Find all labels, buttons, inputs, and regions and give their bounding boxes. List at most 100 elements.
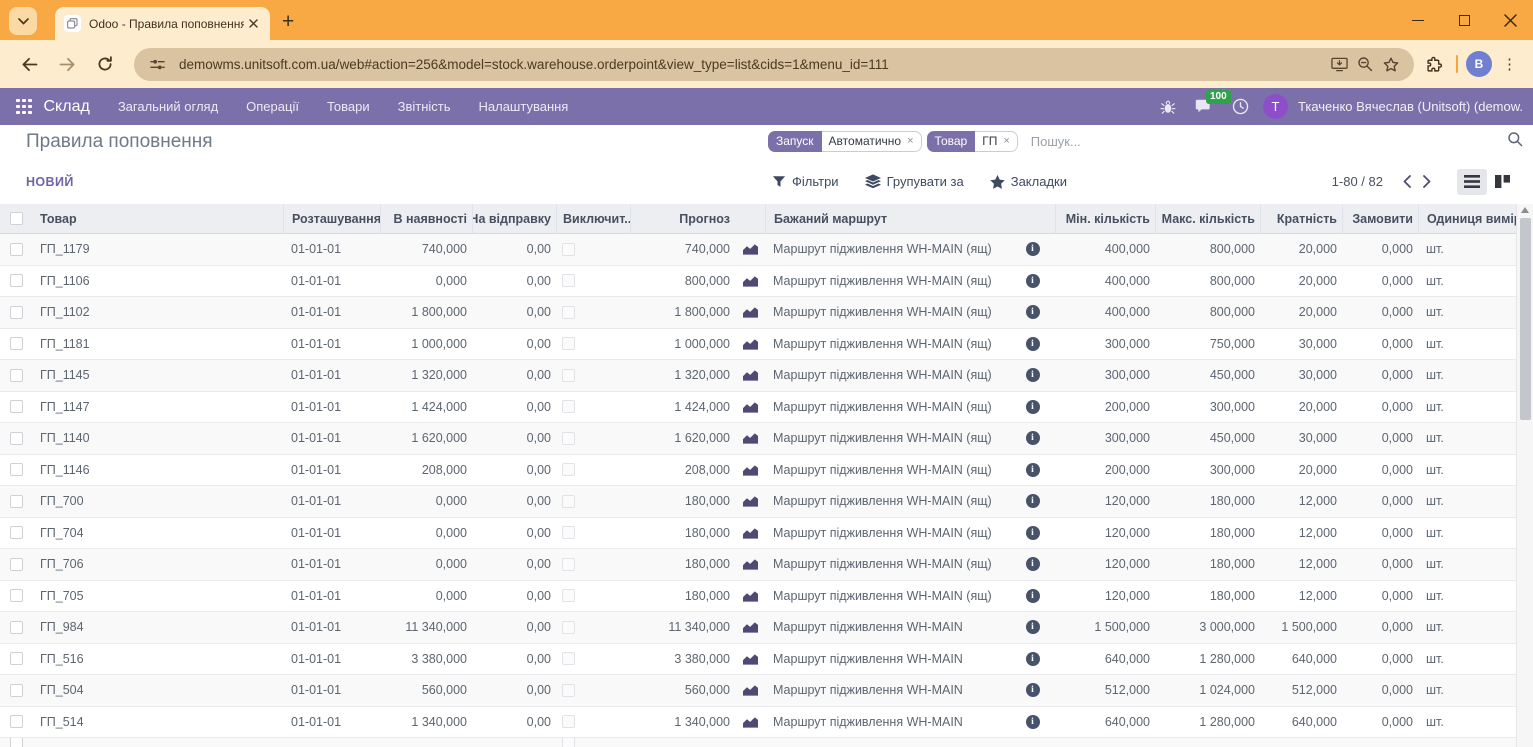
nav-item[interactable]: Товари [327,99,370,114]
user-name[interactable]: Ткаченко Вячеслав (Unitsoft) (demow... [1298,99,1523,114]
row-checkbox[interactable] [0,329,32,360]
cell-exclude-checkbox[interactable] [556,612,630,643]
cell-uom[interactable]: шт. [1418,297,1516,328]
messages-icon[interactable]: 100 [1191,94,1217,120]
info-icon[interactable]: i [1010,675,1055,706]
pager-prev-button[interactable] [1397,170,1417,194]
cell-min[interactable]: 200,000 [1055,455,1155,486]
cell-toorder[interactable] [1342,738,1418,747]
cell-route[interactable]: Маршрут підживлення WH-MAIN (ящ) [765,329,1010,360]
filters-button[interactable]: Фільтри [772,174,839,189]
cell-multiple[interactable]: 20,000 [1260,392,1342,423]
cell-uom[interactable]: шт. [1418,612,1516,643]
forward-button[interactable] [52,49,82,79]
info-icon[interactable]: i [1010,518,1055,549]
forecast-chart-icon[interactable] [735,266,765,297]
cell-toorder[interactable]: 0,000 [1342,644,1418,675]
tab-close-icon[interactable] [244,15,262,33]
cell-forecast[interactable]: 1 620,000 [630,423,735,454]
cell-toorder[interactable]: 0,000 [1342,360,1418,391]
cell-multiple[interactable]: 640,000 [1260,644,1342,675]
cell-toorder[interactable]: 0,000 [1342,707,1418,738]
reload-button[interactable] [90,49,120,79]
cell-route[interactable]: Маршрут підживлення WH-MAIN [765,707,1010,738]
cell-route[interactable]: Маршрут підживлення WH-MAIN (ящ) [765,297,1010,328]
cell-max[interactable]: 1 024,000 [1155,675,1260,706]
col-header-product[interactable]: Товар [32,204,283,233]
cell-forecast[interactable]: 180,000 [630,518,735,549]
cell-uom[interactable]: шт. [1418,486,1516,517]
cell-exclude-checkbox[interactable] [556,234,630,265]
cell-toorder[interactable]: 0,000 [1342,581,1418,612]
cell-exclude-checkbox[interactable] [556,297,630,328]
row-checkbox[interactable] [0,675,32,706]
cell-exclude-checkbox[interactable] [556,423,630,454]
row-checkbox[interactable] [0,738,32,747]
window-maximize-button[interactable] [1441,0,1487,40]
cell-product[interactable]: ГП_700 [32,486,283,517]
cell-product[interactable]: ГП_704 [32,518,283,549]
cell-route[interactable]: Маршрут підживлення WH-MAIN (ящ) [765,518,1010,549]
cell-max[interactable]: 3 000,000 [1155,612,1260,643]
cell-location[interactable]: 01-01-01 [283,360,380,391]
cell-outgoing[interactable]: 0,00 [472,644,556,675]
cell-onhand[interactable]: 560,000 [380,675,472,706]
cell-toorder[interactable]: 0,000 [1342,329,1418,360]
cell-outgoing[interactable]: 0,00 [472,423,556,454]
cell-toorder[interactable]: 0,000 [1342,486,1418,517]
cell-exclude-checkbox[interactable] [556,455,630,486]
back-button[interactable] [14,49,44,79]
cell-max[interactable]: 1 280,000 [1155,707,1260,738]
cell-route[interactable]: Маршрут підживлення WH-MAIN (ящ) [765,423,1010,454]
cell-max[interactable]: 300,000 [1155,455,1260,486]
forecast-chart-icon[interactable] [735,644,765,675]
cell-min[interactable]: 120,000 [1055,549,1155,580]
cell-onhand[interactable]: 0,000 [380,549,472,580]
cell-min[interactable] [1055,738,1155,747]
cell-outgoing[interactable]: 0,00 [472,518,556,549]
cell-uom[interactable]: шт. [1418,329,1516,360]
cell-outgoing[interactable]: 0,00 [472,329,556,360]
pager-next-button[interactable] [1417,170,1437,194]
cell-route[interactable] [765,738,1010,747]
info-icon[interactable]: i [1010,486,1055,517]
table-row[interactable]: ГП_1145 01-01-01 1 320,000 0,00 1 320,00… [0,360,1516,392]
cell-outgoing[interactable]: 0,00 [472,549,556,580]
table-row[interactable]: ГП_704 01-01-01 0,000 0,00 180,000 Маршр… [0,518,1516,550]
cell-max[interactable]: 180,000 [1155,518,1260,549]
cell-forecast[interactable]: 1 320,000 [630,360,735,391]
url-text[interactable]: demowms.unitsoft.com.ua/web#action=256&m… [179,57,1326,72]
cell-uom[interactable]: шт. [1418,423,1516,454]
nav-item[interactable]: Налаштування [479,99,569,114]
cell-product[interactable]: ГП_1147 [32,392,283,423]
row-checkbox[interactable] [0,612,32,643]
cell-onhand[interactable]: 0,000 [380,486,472,517]
table-row[interactable] [0,738,1516,747]
cell-onhand[interactable]: 0,000 [380,581,472,612]
cell-max[interactable]: 180,000 [1155,486,1260,517]
cell-exclude-checkbox[interactable] [556,549,630,580]
cell-multiple[interactable]: 12,000 [1260,518,1342,549]
cell-location[interactable]: 01-01-01 [283,612,380,643]
forecast-chart-icon[interactable] [735,707,765,738]
cell-exclude-checkbox[interactable] [556,738,630,747]
search-bar[interactable]: ЗапускАвтоматично×ТоварГП× Пошук... [768,129,1523,153]
table-row[interactable]: ГП_1140 01-01-01 1 620,000 0,00 1 620,00… [0,423,1516,455]
row-checkbox[interactable] [0,486,32,517]
forecast-chart-icon[interactable] [735,675,765,706]
cell-onhand[interactable]: 1 620,000 [380,423,472,454]
cell-max[interactable]: 800,000 [1155,297,1260,328]
cell-outgoing[interactable]: 0,00 [472,234,556,265]
row-checkbox[interactable] [0,266,32,297]
cell-min[interactable]: 400,000 [1055,234,1155,265]
cell-uom[interactable] [1418,738,1516,747]
cell-toorder[interactable]: 0,000 [1342,297,1418,328]
cell-product[interactable]: ГП_1106 [32,266,283,297]
forecast-chart-icon[interactable] [735,329,765,360]
info-icon[interactable]: i [1010,392,1055,423]
cell-location[interactable]: 01-01-01 [283,423,380,454]
cell-forecast[interactable]: 180,000 [630,581,735,612]
table-row[interactable]: ГП_984 01-01-01 11 340,000 0,00 11 340,0… [0,612,1516,644]
table-row[interactable]: ГП_706 01-01-01 0,000 0,00 180,000 Маршр… [0,549,1516,581]
forecast-chart-icon[interactable] [735,423,765,454]
